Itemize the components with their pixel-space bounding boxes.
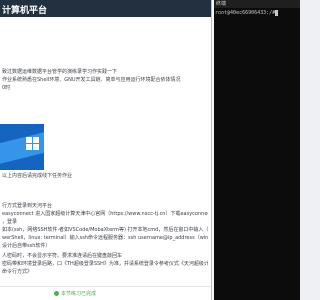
lesson-video-thumbnail[interactable] [0, 124, 44, 170]
lesson-paragraph: 设计后自带ssh软件） [2, 243, 51, 249]
completion-status-label: 本节练习已完成 [61, 291, 97, 297]
lesson-content[interactable]: 致过数据运维数据平台管学的演练录学习作实践一下 作业系统熟悉在Shell环境、G… [0, 17, 211, 286]
lesson-paragraph: 密码带和环境登录后路，口《TH超级登录SSH》为准，并请系统登录令参考仪式《天河… [2, 261, 208, 267]
lesson-footer: 本节练习已完成 [0, 286, 211, 300]
lesson-paragraph: 致过数据运维数据平台管学的演练录学习作实践一下 [2, 69, 118, 75]
terminal-prompt-line[interactable]: root@40ec66906433:/# [215, 9, 299, 17]
terminal-title: 终端 [216, 1, 227, 7]
completion-status: 本节练习已完成 [54, 290, 112, 298]
lesson-paragraph: 如本(ssh，网络SSH软件·者如VSCode/MobaXterm等) 打开本地… [2, 227, 208, 233]
terminal-cursor [275, 9, 279, 16]
lesson-header: 计算机平台 [0, 0, 211, 17]
lesson-paragraph: ，登录 [2, 219, 18, 225]
lesson-title: 计算机平台 [2, 6, 48, 16]
lesson-panel: 计算机平台 致过数据运维数据平台管学的演练录学习作实践一下 作业系统熟悉在She… [0, 0, 211, 300]
lesson-paragraph: 行方式登录到天河平台 [2, 203, 53, 209]
lesson-paragraph: easyconnect 进入国家超级计算天津中心官网（https://www.n… [2, 211, 208, 217]
check-circle-icon [54, 291, 59, 296]
lesson-paragraph: 0时 [2, 85, 11, 91]
lesson-paragraph: 作业系统熟悉在Shell环境、GNU开发工具链、简单与应用运行环境配合依体情况 [2, 77, 181, 83]
terminal-header: 终端 [214, 0, 300, 8]
lesson-paragraph: 以上内容后请完成线下任务作业 [2, 173, 73, 179]
lesson-paragraph: 人密码时，不会显示字符。要求准连请后在键盘敲回车 [2, 253, 123, 259]
lesson-paragraph: werShell，linux: terminal）输入ssh命令远程服务器：ss… [2, 235, 208, 241]
windows-logo-icon [26, 137, 40, 151]
terminal-prompt: root@40ec66906433:/# [215, 10, 276, 16]
lesson-paragraph: 命令行方式》 [2, 269, 33, 275]
terminal-panel[interactable]: 终端 root@40ec66906433:/# [214, 0, 300, 300]
